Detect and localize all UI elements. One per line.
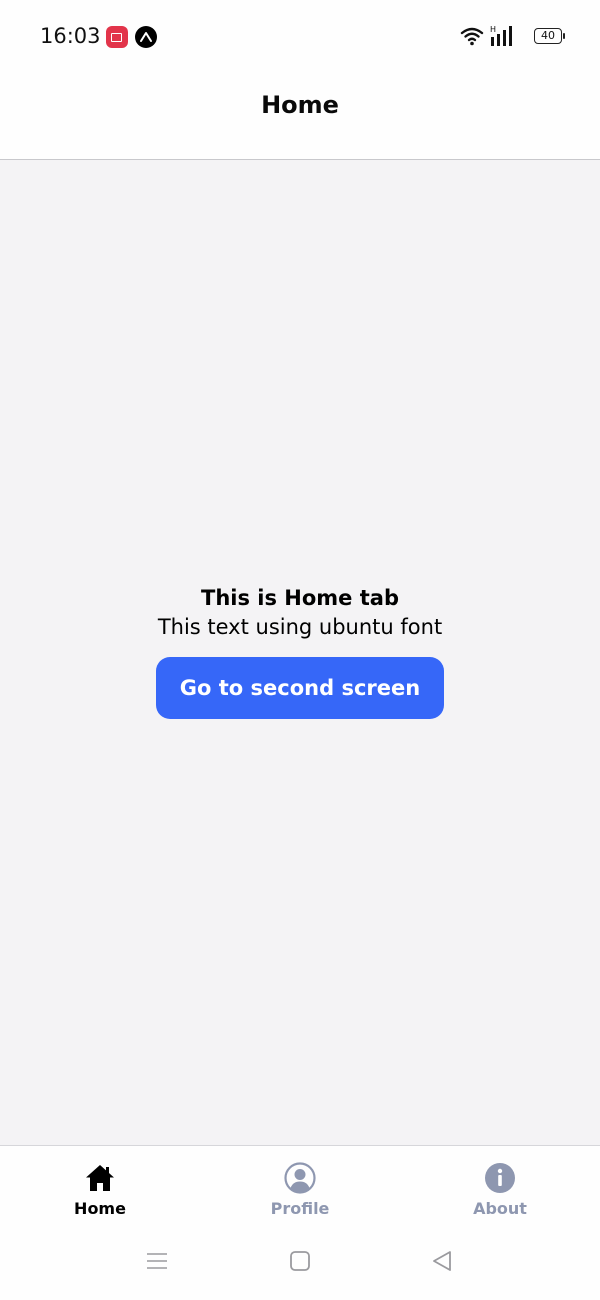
home-tab-heading: This is Home tab bbox=[201, 586, 399, 610]
wifi-icon bbox=[460, 27, 484, 46]
bottom-tab-bar: Home Profile About bbox=[0, 1145, 600, 1230]
system-nav-bar bbox=[0, 1230, 600, 1300]
tab-home-label: Home bbox=[74, 1199, 126, 1218]
info-icon bbox=[485, 1163, 515, 1193]
screen-record-icon bbox=[106, 26, 128, 48]
menu-icon[interactable] bbox=[146, 1250, 168, 1272]
svg-text:H: H bbox=[490, 25, 496, 34]
tab-about[interactable]: About bbox=[400, 1146, 600, 1231]
home-square-icon[interactable] bbox=[289, 1250, 311, 1272]
status-bar: 16:03 H 40 bbox=[0, 0, 600, 74]
profile-icon bbox=[284, 1162, 316, 1194]
tab-profile[interactable]: Profile bbox=[200, 1146, 400, 1231]
expo-icon bbox=[135, 26, 157, 48]
go-to-second-screen-button[interactable]: Go to second screen bbox=[156, 657, 444, 719]
main-content: This is Home tab This text using ubuntu … bbox=[0, 160, 600, 1145]
app-header: Home bbox=[0, 74, 600, 160]
font-description-text: This text using ubuntu font bbox=[157, 615, 443, 639]
tab-profile-label: Profile bbox=[270, 1199, 330, 1218]
signal-icon: H bbox=[490, 25, 512, 46]
page-title: Home bbox=[261, 91, 339, 119]
home-icon bbox=[86, 1165, 114, 1191]
battery-icon: 40 bbox=[534, 28, 565, 44]
tab-about-label: About bbox=[473, 1199, 527, 1218]
back-icon[interactable] bbox=[431, 1250, 453, 1272]
status-time: 16:03 bbox=[40, 24, 101, 48]
tab-home[interactable]: Home bbox=[0, 1146, 200, 1231]
